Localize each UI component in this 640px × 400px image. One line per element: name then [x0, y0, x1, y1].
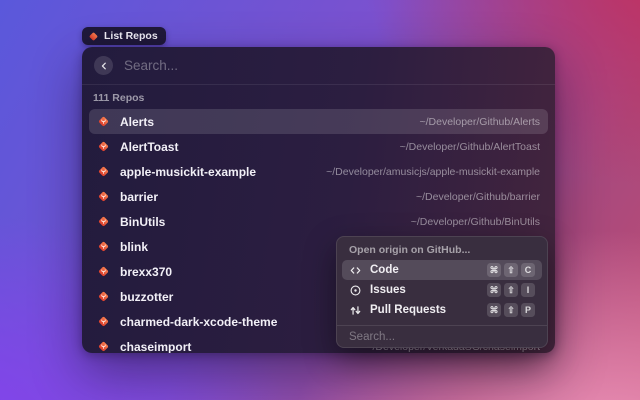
- repo-diamond-icon: [97, 165, 110, 178]
- repo-row[interactable]: AlertToast ~/Developer/Github/AlertToast: [89, 134, 548, 159]
- key-shift: ⇧: [504, 303, 518, 317]
- menu-item-issues[interactable]: Issues ⌘ ⇧ I: [342, 280, 542, 300]
- repo-name: Alerts: [120, 115, 154, 129]
- search-bar: [82, 47, 555, 85]
- menu-item-label: Issues: [370, 284, 406, 296]
- repo-name: chaseimport: [120, 340, 191, 354]
- repo-name: BinUtils: [120, 215, 165, 229]
- code-icon: [349, 264, 362, 277]
- repo-diamond-icon: [97, 340, 110, 353]
- key-letter: P: [521, 303, 535, 317]
- repo-row[interactable]: BinUtils ~/Developer/Github/BinUtils: [89, 209, 548, 234]
- repo-name: AlertToast: [120, 140, 178, 154]
- key-shift: ⇧: [504, 283, 518, 297]
- repo-diamond-icon: [97, 140, 110, 153]
- repo-path: ~/Developer/Github/Alerts: [419, 116, 540, 128]
- repo-diamond-icon: [97, 240, 110, 253]
- repo-diamond-icon: [97, 190, 110, 203]
- repo-path: ~/Developer/Github/AlertToast: [400, 141, 540, 153]
- repo-name: blink: [120, 240, 148, 254]
- menu-item-code[interactable]: Code ⌘ ⇧ C: [342, 260, 542, 280]
- repo-path: ~/Developer/amusicjs/apple-musickit-exam…: [326, 166, 540, 178]
- repo-diamond-icon: [97, 215, 110, 228]
- shortcut-keys: ⌘ ⇧ C: [487, 263, 535, 277]
- repo-path: ~/Developer/Github/barrier: [416, 191, 540, 203]
- menu-item-label: Pull Requests: [370, 304, 446, 316]
- key-letter: C: [521, 263, 535, 277]
- repo-diamond-icon: [97, 265, 110, 278]
- repo-name: apple-musickit-example: [120, 165, 256, 179]
- extension-tag-list-repos[interactable]: List Repos: [82, 27, 166, 45]
- chevron-left-icon: [99, 61, 109, 71]
- repo-diamond-icon: [97, 315, 110, 328]
- repo-diamond-icon: [97, 115, 110, 128]
- key-cmd: ⌘: [487, 283, 501, 297]
- action-menu: Open origin on GitHub... Code ⌘ ⇧ C Issu…: [336, 236, 548, 348]
- repo-row[interactable]: Alerts ~/Developer/Github/Alerts: [89, 109, 548, 134]
- menu-item-label: Code: [370, 264, 399, 276]
- search-input[interactable]: [124, 58, 543, 73]
- pull-request-icon: [349, 304, 362, 317]
- repo-diamond-icon: [88, 31, 99, 42]
- key-shift: ⇧: [504, 263, 518, 277]
- repo-path: ~/Developer/Github/BinUtils: [411, 216, 540, 228]
- repo-name: buzzotter: [120, 290, 173, 304]
- key-letter: I: [521, 283, 535, 297]
- repo-name: brexx370: [120, 265, 172, 279]
- shortcut-keys: ⌘ ⇧ I: [487, 283, 535, 297]
- extension-tag-label: List Repos: [104, 30, 158, 42]
- action-menu-header: Open origin on GitHub...: [337, 241, 547, 260]
- issues-icon: [349, 284, 362, 297]
- section-header: 111 Repos: [93, 92, 548, 104]
- repo-diamond-icon: [97, 290, 110, 303]
- menu-item-pull-requests[interactable]: Pull Requests ⌘ ⇧ P: [342, 300, 542, 320]
- shortcut-keys: ⌘ ⇧ P: [487, 303, 535, 317]
- repo-row[interactable]: barrier ~/Developer/Github/barrier: [89, 184, 548, 209]
- key-cmd: ⌘: [487, 303, 501, 317]
- back-button[interactable]: [94, 56, 113, 75]
- repo-row[interactable]: apple-musickit-example ~/Developer/amusi…: [89, 159, 548, 184]
- repo-name: barrier: [120, 190, 158, 204]
- repo-name: charmed-dark-xcode-theme: [120, 315, 277, 329]
- action-search-input[interactable]: [349, 331, 535, 343]
- key-cmd: ⌘: [487, 263, 501, 277]
